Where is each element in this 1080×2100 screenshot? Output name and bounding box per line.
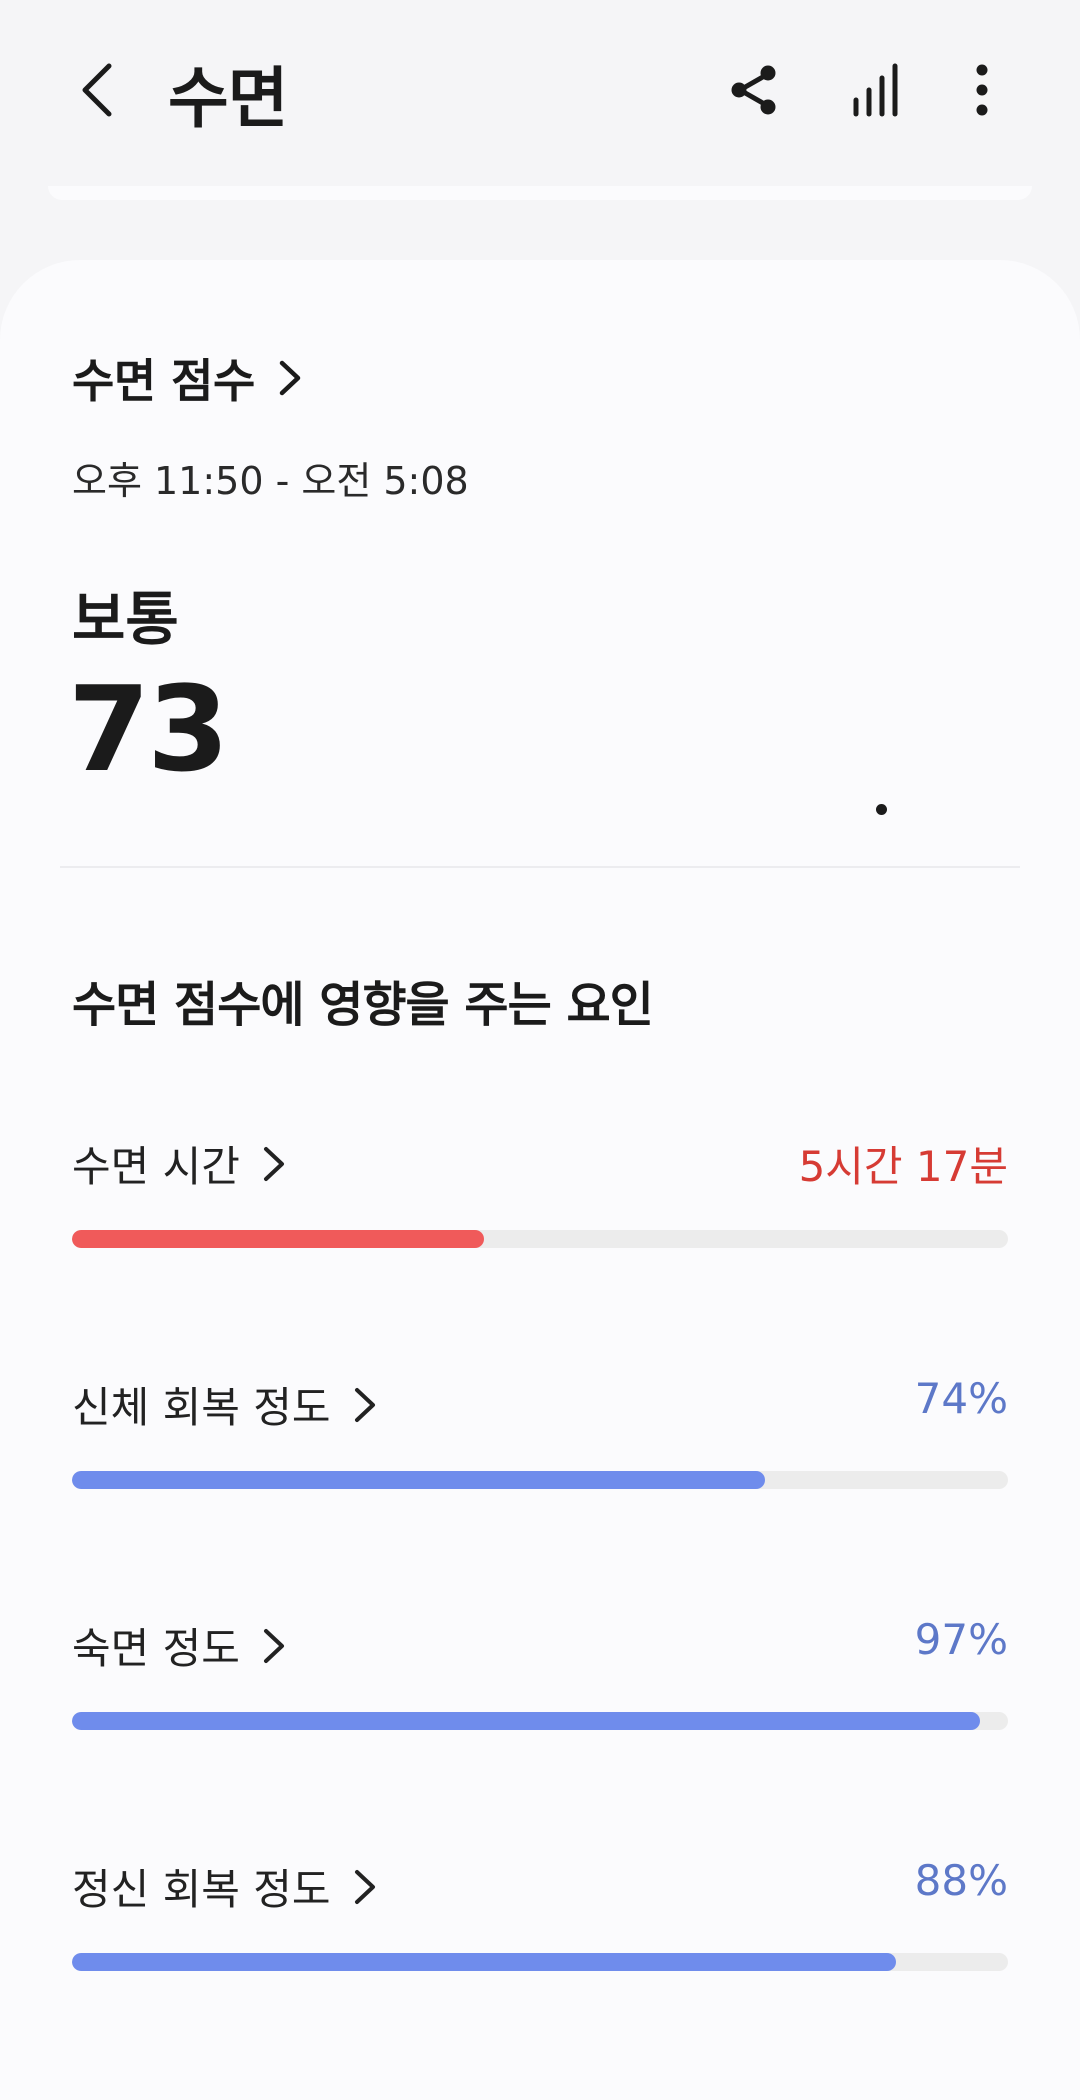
factor-label: 신체 회복 정도 xyxy=(72,1383,331,1432)
back-button[interactable] xyxy=(62,52,132,132)
sleep-score-value: 73 xyxy=(68,660,229,798)
progress-track xyxy=(72,1953,1008,1971)
factor-label-row: 신체 회복 정도 xyxy=(72,1374,381,1435)
factor-body-recovery[interactable]: 신체 회복 정도 74% xyxy=(72,1374,1008,1504)
chevron-right-icon xyxy=(277,358,307,398)
factors-title: 수면 점수에 영향을 주는 요인 xyxy=(72,977,654,1033)
statistics-button[interactable] xyxy=(836,52,916,132)
factor-label-row: 정신 회복 정도 xyxy=(72,1856,381,1917)
factor-mental-recovery[interactable]: 정신 회복 정도 88% xyxy=(72,1856,1008,1986)
factor-sleep-time[interactable]: 수면 시간 5시간 17분 xyxy=(72,1133,1008,1263)
sleep-score-link[interactable]: 수면 점수 xyxy=(72,345,307,411)
sleep-score-title: 수면 점수 xyxy=(72,354,255,408)
chevron-right-icon xyxy=(262,1624,290,1668)
app-header: 수면 xyxy=(0,0,1080,180)
progress-track xyxy=(72,1471,1008,1489)
factor-label: 숙면 정도 xyxy=(72,1624,240,1673)
factor-value: 88% xyxy=(914,1856,1008,1905)
factor-label-row: 숙면 정도 xyxy=(72,1615,290,1676)
sleep-time-range: 오후 11:50 - 오전 5:08 xyxy=(72,459,469,503)
progress-fill xyxy=(72,1230,484,1248)
progress-track xyxy=(72,1230,1008,1248)
factor-value: 74% xyxy=(914,1374,1008,1423)
factor-value: 5시간 17분 xyxy=(798,1142,1008,1191)
page-title: 수면 xyxy=(168,60,288,137)
bar-chart-icon xyxy=(848,60,904,124)
more-vert-icon xyxy=(972,62,992,122)
share-button[interactable] xyxy=(714,52,794,132)
sleep-quality-label: 보통 xyxy=(72,585,179,653)
share-icon xyxy=(726,62,782,122)
factor-label-row: 수면 시간 xyxy=(72,1133,290,1194)
progress-track xyxy=(72,1712,1008,1730)
factor-label: 정신 회복 정도 xyxy=(72,1865,331,1914)
factor-deep-sleep[interactable]: 숙면 정도 97% xyxy=(72,1615,1008,1745)
progress-fill xyxy=(72,1953,896,1971)
progress-fill xyxy=(72,1471,765,1489)
chevron-right-icon xyxy=(262,1142,290,1186)
progress-fill xyxy=(72,1712,980,1730)
more-options-button[interactable] xyxy=(942,52,1022,132)
sleep-graph-dot xyxy=(876,804,887,815)
chevron-right-icon xyxy=(353,1865,381,1909)
chevron-right-icon xyxy=(353,1383,381,1427)
back-arrow-icon xyxy=(77,60,117,124)
previous-card-edge xyxy=(48,186,1032,200)
factor-value: 97% xyxy=(914,1615,1008,1664)
factor-label: 수면 시간 xyxy=(72,1142,240,1191)
divider xyxy=(60,866,1020,868)
